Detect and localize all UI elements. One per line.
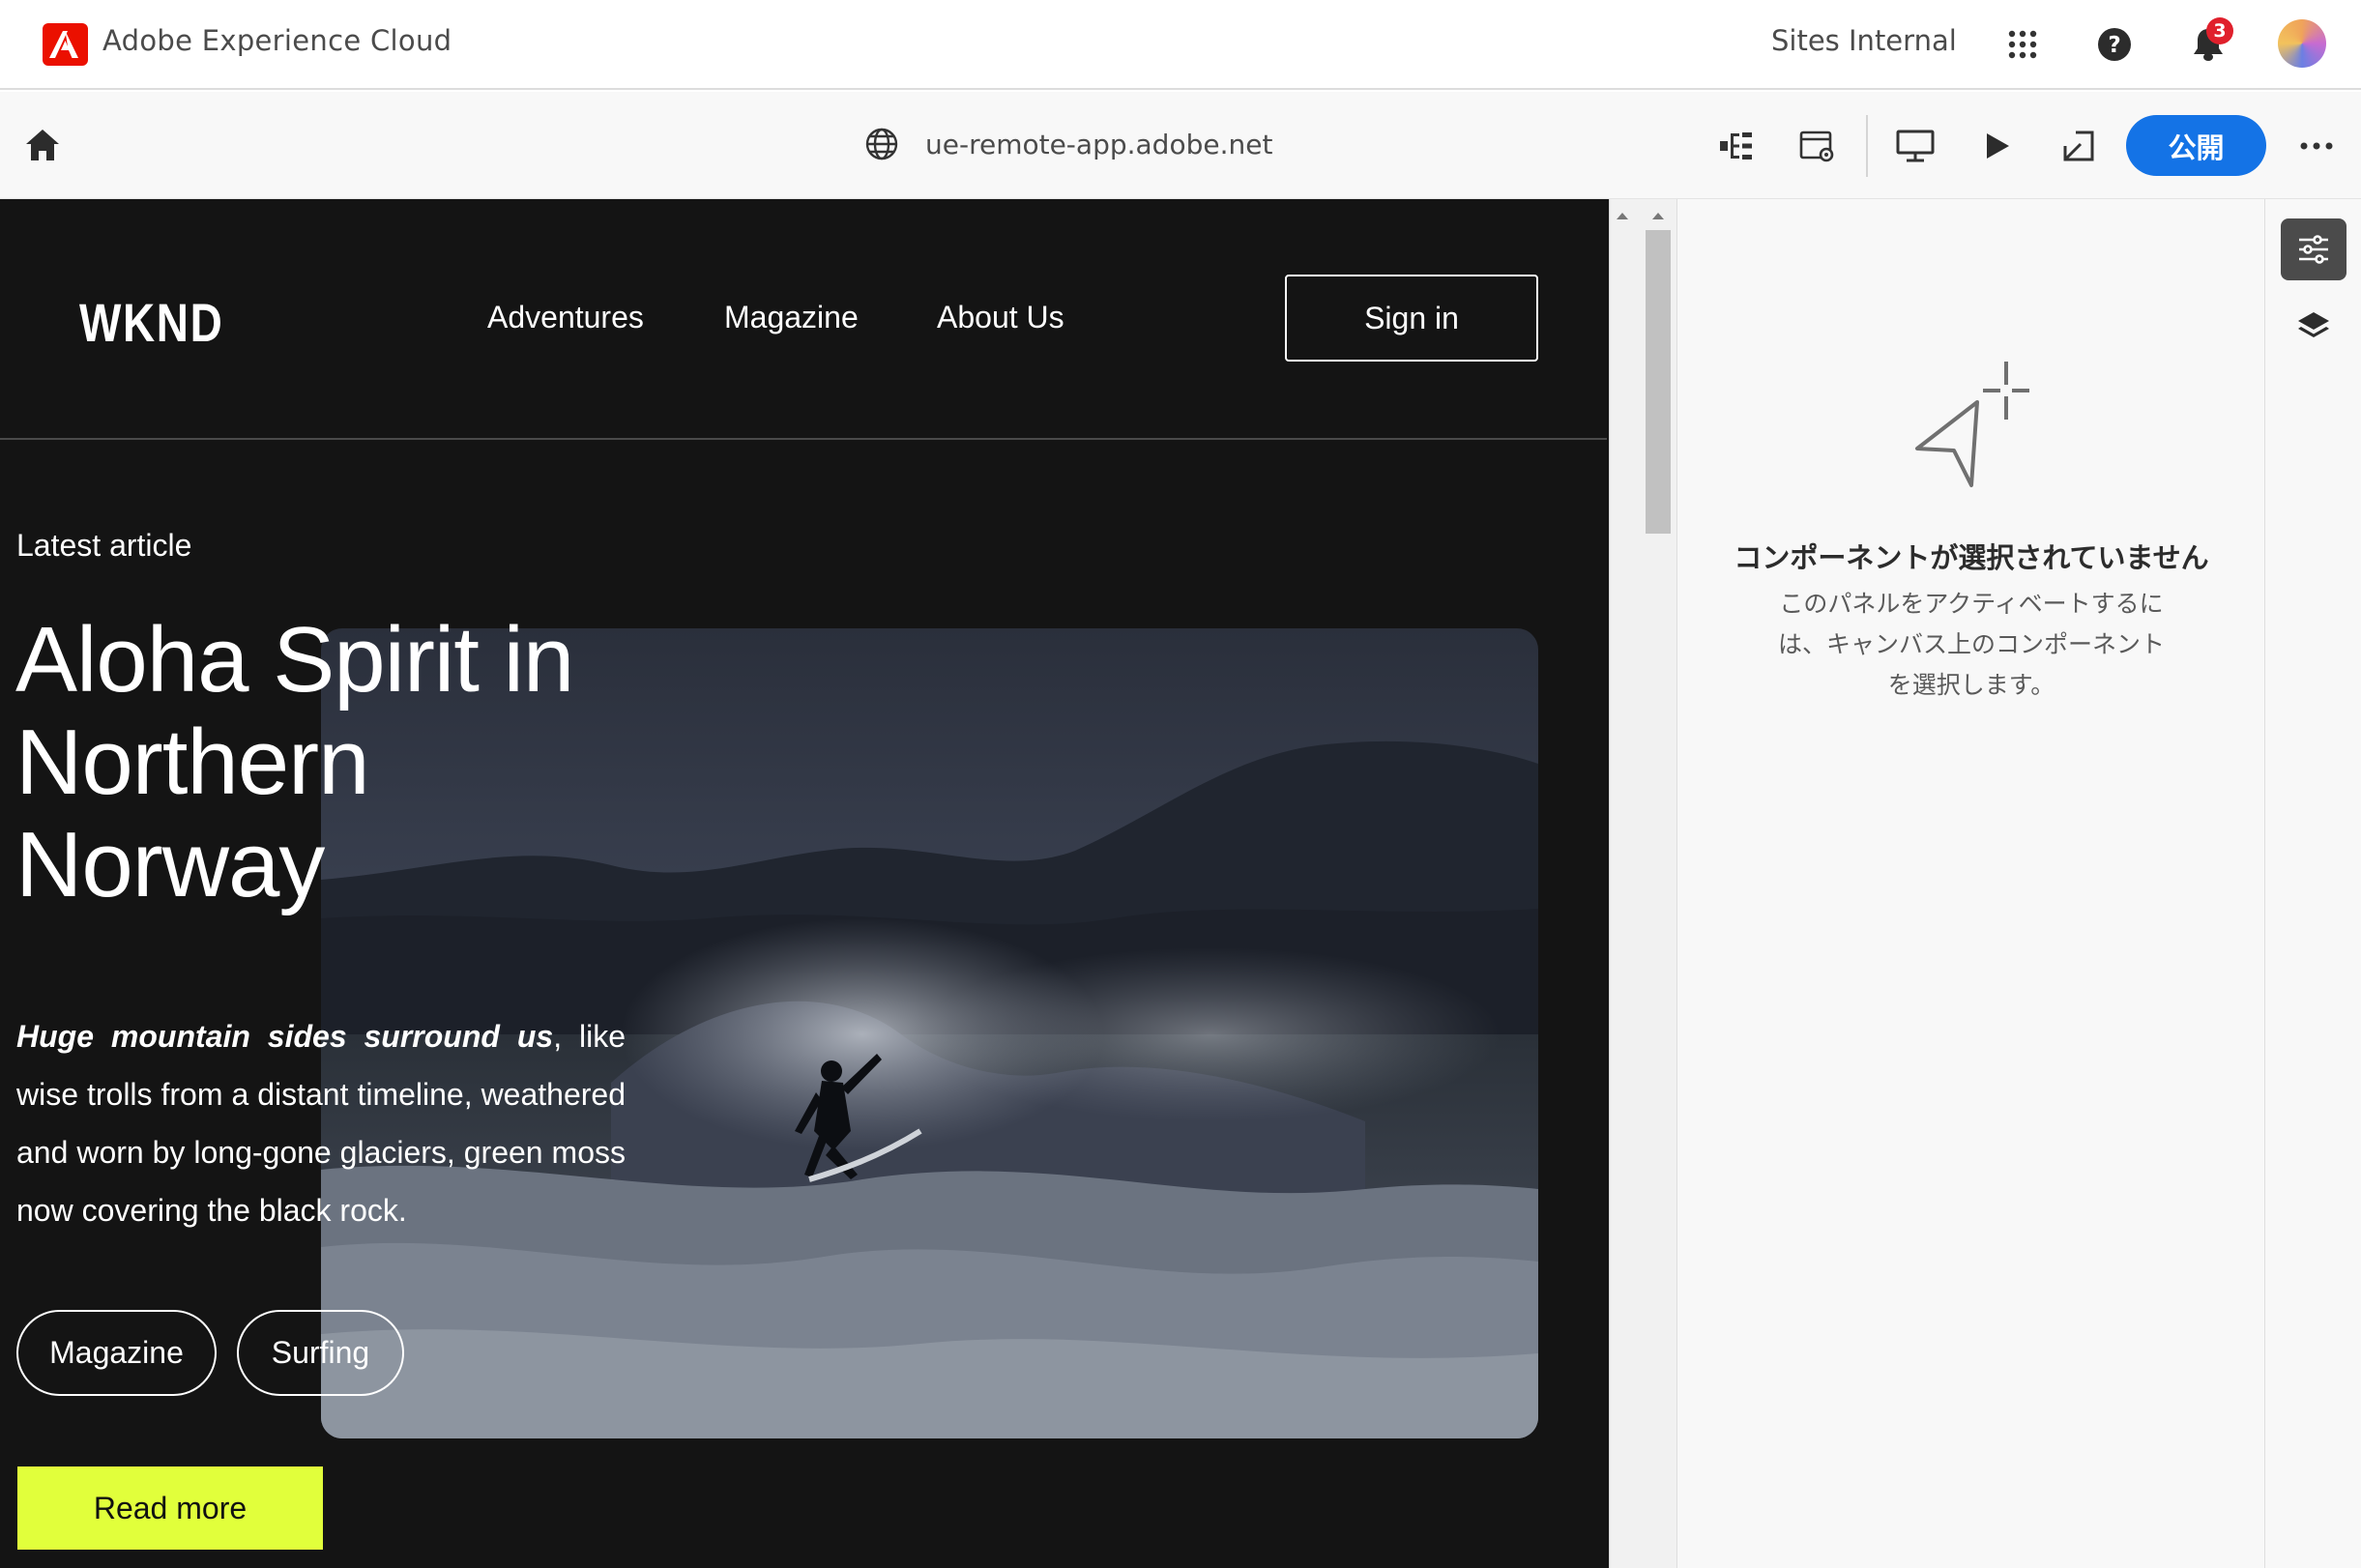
tag-magazine[interactable]: Magazine: [16, 1310, 217, 1396]
scroll-up-arrow-icon[interactable]: [1652, 213, 1664, 219]
editor-canvas[interactable]: WKND Adventures Magazine About Us Sign i…: [0, 199, 1609, 1568]
header-divider: [0, 438, 1607, 440]
user-avatar[interactable]: [2278, 19, 2326, 68]
empty-state-title: コンポーネントが選択されていません: [1734, 541, 2209, 574]
select-pointer-illustration-icon: [1900, 352, 2055, 497]
publish-button[interactable]: 公開: [2126, 115, 2266, 176]
notification-count-badge: 3: [2206, 17, 2233, 44]
read-more-button[interactable]: Read more: [17, 1466, 323, 1550]
site-logo[interactable]: WKND: [79, 291, 223, 354]
adobe-logo-icon[interactable]: [43, 23, 88, 66]
scrollbar-thumb[interactable]: [1646, 230, 1671, 534]
nav-adventures[interactable]: Adventures: [487, 300, 644, 335]
editor-toolbar: ue-remote-app.adobe.net 公開: [0, 92, 2361, 199]
nav-about-us[interactable]: About Us: [937, 300, 1064, 335]
description-bold-lead: Huge mountain sides surround us: [16, 1019, 554, 1054]
preview-url[interactable]: ue-remote-app.adobe.net: [925, 129, 1272, 160]
open-in-new-tab-icon[interactable]: [2054, 121, 2104, 171]
content-tree-icon[interactable]: [1711, 121, 1762, 171]
desktop-preview-icon[interactable]: [1890, 121, 1940, 171]
canvas-scrollbar[interactable]: [1609, 199, 1676, 1568]
org-switcher[interactable]: Sites Internal: [1771, 24, 1957, 57]
properties-panel: コンポーネントが選択されていません このパネルをアクティベートするには、キャンバ…: [1676, 199, 2264, 1568]
sign-in-button[interactable]: Sign in: [1285, 275, 1538, 362]
help-icon[interactable]: ?: [2089, 19, 2140, 70]
empty-state-description: このパネルをアクティベートするには、キャンバス上のコンポーネントを選択します。: [1777, 590, 2165, 699]
home-icon[interactable]: [23, 127, 66, 165]
globe-icon: [864, 127, 901, 163]
tag-surfing[interactable]: Surfing: [237, 1310, 404, 1396]
preview-play-icon[interactable]: [1972, 121, 2023, 171]
nav-magazine[interactable]: Magazine: [724, 300, 859, 335]
right-rail: [2264, 199, 2361, 1568]
scroll-up-arrow-icon[interactable]: [1617, 213, 1628, 219]
article-description[interactable]: Huge mountain sides surround us, like wi…: [16, 1007, 626, 1239]
app-title[interactable]: Adobe Experience Cloud: [102, 24, 452, 57]
shell-bar: Adobe Experience Cloud Sites Internal ? …: [0, 0, 2361, 90]
page-properties-icon[interactable]: [1793, 121, 1843, 171]
app-switcher-icon[interactable]: [1997, 19, 2048, 70]
svg-text:?: ?: [2108, 33, 2120, 58]
properties-icon[interactable]: [2281, 218, 2346, 280]
article-headline[interactable]: Aloha Spirit in Northern Norway: [15, 609, 692, 916]
toolbar-separator: [1866, 115, 1868, 177]
layers-icon[interactable]: [2281, 296, 2346, 358]
more-options-icon[interactable]: [2293, 121, 2340, 171]
eyebrow-label: Latest article: [16, 528, 192, 563]
